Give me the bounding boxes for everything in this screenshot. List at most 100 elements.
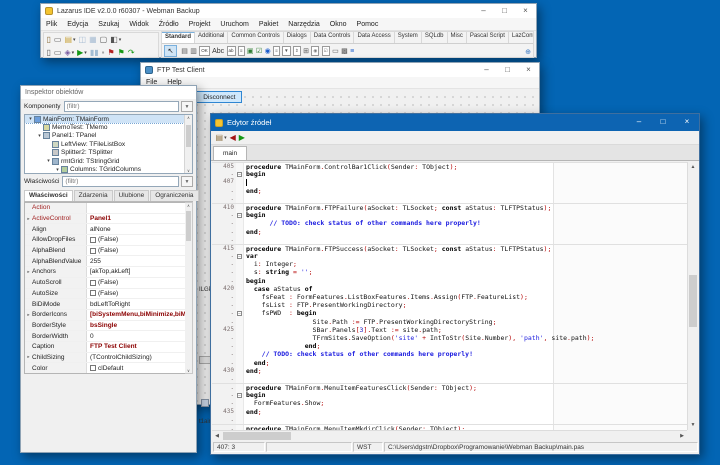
property-value[interactable]: clDefault: [87, 365, 192, 372]
code-line[interactable]: . end;: [212, 342, 687, 350]
components-filter-input[interactable]: [64, 101, 180, 112]
expand-icon[interactable]: ▸: [25, 269, 32, 275]
inspector-tab[interactable]: Zdarzenia: [74, 190, 113, 201]
filter-funnel-icon[interactable]: ▼: [181, 101, 193, 112]
code-line[interactable]: . fsList : FTP.PresentWorkingDirectory;: [212, 301, 687, 309]
checkbox-icon[interactable]: [90, 290, 96, 296]
tradiogroup-icon[interactable]: ◉: [311, 46, 319, 56]
minimize-icon[interactable]: –: [473, 4, 494, 18]
tree-item[interactable]: LeftView: TFileListBox: [25, 140, 192, 148]
tedit-icon[interactable]: ab: [227, 46, 236, 56]
property-value[interactable]: (False): [87, 279, 192, 286]
code-line[interactable]: .begin: [212, 277, 687, 285]
step-over-button[interactable]: ⚑: [106, 47, 116, 59]
code-line[interactable]: . TFrmSites.SaveOption('site' + IntToStr…: [212, 334, 687, 342]
filter-funnel-icon[interactable]: ▼: [181, 176, 193, 187]
ttogglebox-icon[interactable]: ▣: [247, 46, 254, 57]
tcheckbox-icon[interactable]: ☑: [256, 46, 262, 57]
minimize-icon[interactable]: –: [476, 63, 497, 77]
expand-arrow-icon[interactable]: ▾: [45, 158, 52, 164]
property-value[interactable]: bsSingle: [87, 322, 192, 329]
code-line[interactable]: .procedure TMainForm.MenuItemFeaturesCli…: [212, 383, 687, 391]
menu-item[interactable]: Pomoc: [352, 21, 384, 28]
menu-item[interactable]: Edycja: [62, 21, 93, 28]
stop-button[interactable]: ▪: [100, 47, 106, 59]
change-build-mode-button[interactable]: ◈▾: [63, 47, 76, 59]
tmainmenu-icon[interactable]: ▤: [181, 46, 188, 57]
tgroupbox-icon[interactable]: ⊞: [303, 46, 309, 57]
close-icon[interactable]: ×: [518, 63, 539, 77]
tcheckgroup-icon[interactable]: ☑: [322, 46, 330, 56]
checkbox-icon[interactable]: [90, 248, 96, 254]
property-row[interactable]: CaptionFTP Test Client: [25, 342, 192, 353]
property-row[interactable]: BorderStylebsSingle: [25, 321, 192, 332]
code-line[interactable]: .–begin: [212, 170, 687, 178]
dropdown-arrow-icon[interactable]: ▾: [224, 135, 227, 141]
property-row[interactable]: AutoScroll(False): [25, 278, 192, 289]
tradiobutton-icon[interactable]: ◉: [265, 46, 271, 57]
editor-title-bar[interactable]: Edytor źródeł – □ ×: [211, 114, 699, 131]
property-value[interactable]: 0: [87, 333, 192, 340]
code-line[interactable]: .: [212, 236, 687, 244]
palette-tab[interactable]: Standard: [162, 32, 195, 43]
tree-item[interactable]: MemoTest: TMemo: [25, 123, 192, 131]
menu-item[interactable]: Projekt: [184, 21, 216, 28]
tree-item[interactable]: ▾Panel1: TPanel: [25, 132, 192, 140]
menu-item[interactable]: Narzędzia: [283, 21, 325, 28]
code-line[interactable]: 405procedure TMainForm.ControlBar1Click(…: [212, 162, 687, 170]
maximize-icon[interactable]: □: [494, 4, 515, 18]
checkbox-icon[interactable]: [90, 280, 96, 286]
code-line[interactable]: . Site.Path := FTP.PresentWorkingDirecto…: [212, 318, 687, 326]
inspector-tab[interactable]: Właściwości: [24, 190, 73, 201]
property-row[interactable]: AlignalNone: [25, 224, 192, 235]
property-value[interactable]: (TControlChildSizing): [87, 354, 192, 361]
tree-item[interactable]: ▾rmtGrid: TStringGrid: [25, 157, 192, 165]
maximize-icon[interactable]: □: [651, 114, 675, 131]
fold-collapse-icon[interactable]: –: [237, 393, 242, 398]
property-value[interactable]: bdLeftToRight: [87, 301, 192, 308]
fold-collapse-icon[interactable]: –: [237, 172, 242, 177]
code-area[interactable]: 405procedure TMainForm.ControlBar1Click(…: [212, 162, 687, 430]
code-line[interactable]: 435end;: [212, 408, 687, 416]
property-row[interactable]: AutoSize(False): [25, 289, 192, 300]
ide-title-bar[interactable]: Lazarus IDE v2.0.0 r60307 - Webman Backu…: [41, 4, 536, 18]
tree-item[interactable]: Splitter2: TSplitter: [25, 149, 192, 157]
new-window-button[interactable]: ▢: [98, 34, 109, 46]
run-button[interactable]: ▶▾: [76, 47, 89, 59]
property-value[interactable]: alNone: [87, 226, 192, 233]
property-row[interactable]: AlphaBlend(False): [25, 246, 192, 257]
code-line[interactable]: .– fsPWD : begin: [212, 309, 687, 317]
dropdown-arrow-icon[interactable]: ▾: [73, 37, 76, 43]
jump-forward-button[interactable]: ▶: [237, 132, 246, 144]
code-line[interactable]: . // TODO: check status of other command…: [212, 219, 687, 227]
palette-tab[interactable]: Additional: [195, 32, 228, 43]
close-icon[interactable]: ×: [675, 114, 699, 131]
ftp-title-bar[interactable]: FTP Test Client – □ ×: [141, 63, 539, 77]
tscrollbar-icon[interactable]: ⇕: [293, 46, 301, 56]
new-unit-button[interactable]: ▯: [45, 34, 52, 46]
expand-icon[interactable]: ▸: [25, 216, 32, 222]
inspector-title-bar[interactable]: Inspektor obiektów: [21, 86, 196, 99]
property-row[interactable]: ▸Anchors[akTop,akLeft]: [25, 267, 192, 278]
dropdown-arrow-icon[interactable]: ▾: [72, 50, 75, 56]
property-value[interactable]: [biSystemMenu,biMinimize,biMaximiz: [87, 311, 192, 318]
tpopupmenu-icon[interactable]: ▥: [190, 46, 197, 57]
property-row[interactable]: AlphaBlendValue255: [25, 256, 192, 267]
expand-icon[interactable]: ▸: [25, 354, 32, 360]
palette-tab[interactable]: LazControls: [509, 32, 533, 43]
property-value[interactable]: 255: [87, 258, 192, 265]
code-line[interactable]: .: [212, 195, 687, 203]
tlabel-icon[interactable]: Abc: [212, 46, 224, 57]
code-line[interactable]: . i: Integer;: [212, 260, 687, 268]
close-icon[interactable]: ×: [515, 4, 536, 18]
tbutton-icon[interactable]: OK: [199, 46, 210, 56]
open-button[interactable]: ▤▾: [63, 34, 77, 46]
palette-tab[interactable]: Data Access: [354, 32, 394, 43]
save-all-button[interactable]: ▦: [88, 34, 99, 46]
palette-tab[interactable]: Data Controls: [311, 32, 355, 43]
palette-tab[interactable]: Common Controls: [228, 32, 283, 43]
step-into-button[interactable]: ⚑: [116, 47, 126, 59]
tframe-icon[interactable]: ▩: [341, 46, 348, 57]
code-line[interactable]: 420 case aStatus of: [212, 285, 687, 293]
code-line[interactable]: . s: string = '';: [212, 268, 687, 276]
